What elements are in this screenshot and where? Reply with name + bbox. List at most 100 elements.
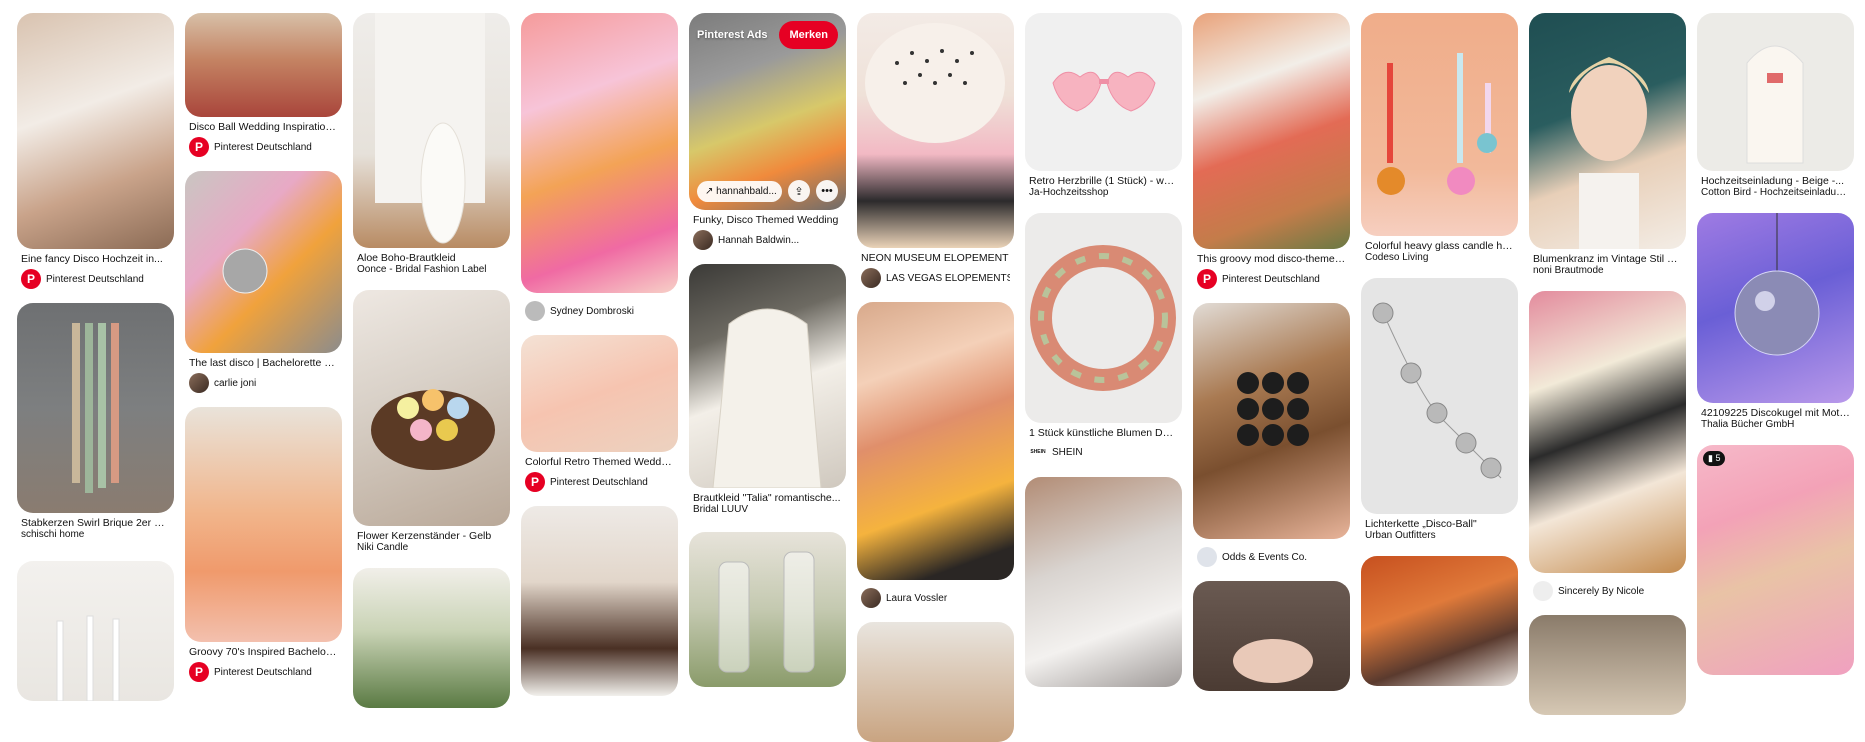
pin-title[interactable]: Hochzeitseinladung - Beige -... [1701, 175, 1850, 187]
pin-author[interactable]: Sydney Dombroski [525, 301, 674, 321]
pin-title[interactable]: 42109225 Discokugel mit Motor... [1701, 407, 1850, 419]
pin-card[interactable] [521, 506, 678, 696]
pin-author[interactable]: LAS VEGAS ELOPEMENTS |... [861, 268, 1010, 288]
promoted-pin-card[interactable]: Pinterest Ads Merken ↗ hannahbald... ⇪ •… [689, 13, 846, 250]
pin-image[interactable] [1529, 13, 1686, 249]
pin-title[interactable]: Eine fancy Disco Hochzeit in... [21, 253, 170, 265]
pin-card[interactable]: Laura Vossler [857, 302, 1014, 608]
pin-image[interactable] [17, 13, 174, 249]
pin-image[interactable] [1025, 477, 1182, 687]
save-button[interactable]: Merken [779, 21, 838, 49]
pin-title[interactable]: Blumenkranz im Vintage Stil mit... [1533, 253, 1682, 265]
pin-card[interactable] [1193, 581, 1350, 691]
pin-title[interactable]: Groovy 70's Inspired Bachelorett... [189, 646, 338, 658]
pin-title[interactable]: NEON MUSEUM ELOPEMENT [861, 252, 1010, 264]
pin-card[interactable]: 42109225 Discokugel mit Motor... Thalia … [1697, 213, 1854, 431]
pin-card[interactable]: 1 Stück künstliche Blumen Dekor... SHEIN… [1025, 213, 1182, 461]
pin-card[interactable]: Disco Ball Wedding Inspiration in... P P… [185, 13, 342, 157]
pin-image[interactable] [1193, 581, 1350, 691]
pin-card[interactable]: Odds & Events Co. [1193, 303, 1350, 567]
pin-image[interactable] [1025, 13, 1182, 171]
pin-image[interactable] [1361, 556, 1518, 686]
pin-title[interactable]: Stabkerzen Swirl Brique 2er Set,... [21, 517, 170, 529]
pin-card[interactable]: Hochzeitseinladung - Beige -... Cotton B… [1697, 13, 1854, 199]
pin-image[interactable] [857, 13, 1014, 248]
pin-card[interactable] [857, 622, 1014, 742]
pin-card[interactable] [1025, 477, 1182, 687]
pin-card[interactable] [689, 532, 846, 687]
pin-card[interactable]: ▮ 5 [1697, 445, 1854, 675]
pin-card[interactable] [1529, 615, 1686, 715]
pin-card[interactable]: Brautkleid "Talia" romantische... Bridal… [689, 264, 846, 516]
pin-title[interactable]: The last disco | Bachelorette party [189, 357, 338, 369]
pin-card[interactable] [353, 568, 510, 708]
pin-image[interactable] [1529, 615, 1686, 715]
pin-image[interactable] [353, 13, 510, 248]
pin-card[interactable]: This groovy mod disco-themed... P Pinter… [1193, 13, 1350, 289]
pin-card[interactable]: Colorful heavy glass candle holder Codes… [1361, 13, 1518, 264]
pin-card[interactable]: The last disco | Bachelorette party carl… [185, 171, 342, 393]
pin-author[interactable]: Sincerely By Nicole [1533, 581, 1682, 601]
pin-author[interactable]: P Pinterest Deutschland [525, 472, 674, 492]
pin-card[interactable]: Groovy 70's Inspired Bachelorett... P Pi… [185, 407, 342, 682]
pin-title[interactable]: This groovy mod disco-themed... [1197, 253, 1346, 265]
pin-card[interactable]: Blumenkranz im Vintage Stil mit... noni … [1529, 13, 1686, 277]
source-link[interactable]: ↗ hannahbald... [697, 180, 782, 202]
ellipsis-icon[interactable]: ••• [816, 180, 838, 202]
pin-card[interactable]: Lichterkette „Disco-Ball" Urban Outfitte… [1361, 278, 1518, 542]
pin-image[interactable] [1025, 213, 1182, 423]
pin-image[interactable] [689, 264, 846, 488]
pin-image[interactable] [17, 561, 174, 701]
pin-author[interactable]: P Pinterest Deutschland [189, 137, 338, 157]
pin-title[interactable]: Brautkleid "Talia" romantische... [693, 492, 842, 504]
pin-image[interactable] [521, 506, 678, 696]
pin-image[interactable] [17, 303, 174, 513]
pin-image[interactable] [353, 290, 510, 526]
pin-card[interactable] [1361, 556, 1518, 686]
pin-image[interactable] [185, 171, 342, 353]
pin-card[interactable]: Sincerely By Nicole [1529, 291, 1686, 601]
pin-image[interactable] [1193, 13, 1350, 249]
pin-image[interactable]: Pinterest Ads Merken ↗ hannahbald... ⇪ •… [689, 13, 846, 210]
pin-title[interactable]: Retro Herzbrille (1 Stück) - weiß [1029, 175, 1178, 187]
pin-image[interactable] [1361, 278, 1518, 514]
pin-image[interactable] [1361, 13, 1518, 236]
pin-image[interactable] [1529, 291, 1686, 573]
pin-title[interactable]: Lichterkette „Disco-Ball" [1365, 518, 1514, 530]
pin-card[interactable]: Retro Herzbrille (1 Stück) - weiß Ja-Hoc… [1025, 13, 1182, 199]
pin-card[interactable]: Eine fancy Disco Hochzeit in... P Pinter… [17, 13, 174, 289]
pin-image[interactable] [689, 532, 846, 687]
pin-card[interactable]: Sydney Dombroski [521, 13, 678, 321]
pin-card[interactable]: Aloe Boho-Brautkleid Oonce - Bridal Fash… [353, 13, 510, 276]
pin-image[interactable] [353, 568, 510, 708]
share-icon[interactable]: ⇪ [788, 180, 810, 202]
pin-card[interactable]: Stabkerzen Swirl Brique 2er Set,... schi… [17, 303, 174, 541]
pin-author[interactable]: Hannah Baldwin... [693, 230, 842, 250]
pin-author[interactable]: P Pinterest Deutschland [21, 269, 170, 289]
pin-image[interactable] [1697, 13, 1854, 171]
pin-author[interactable]: SHEIN SHEIN [1029, 443, 1178, 461]
pin-image[interactable] [185, 13, 342, 117]
pin-card[interactable]: NEON MUSEUM ELOPEMENT LAS VEGAS ELOPEMEN… [857, 13, 1014, 288]
ads-label[interactable]: Pinterest Ads [697, 29, 768, 41]
pin-title[interactable]: Colorful Retro Themed Wedding... [525, 456, 674, 468]
pin-image[interactable] [521, 335, 678, 452]
pin-image[interactable] [185, 407, 342, 642]
pin-image[interactable] [1697, 213, 1854, 403]
pin-title[interactable]: Funky, Disco Themed Wedding [693, 214, 842, 226]
pin-image[interactable] [857, 622, 1014, 742]
pin-author[interactable]: P Pinterest Deutschland [189, 662, 338, 682]
pin-image[interactable]: ▮ 5 [1697, 445, 1854, 675]
pin-title[interactable]: Colorful heavy glass candle holder [1365, 240, 1514, 252]
pin-author[interactable]: carlie joni [189, 373, 338, 393]
pin-image[interactable] [1193, 303, 1350, 539]
pin-image[interactable] [857, 302, 1014, 580]
pin-author[interactable]: P Pinterest Deutschland [1197, 269, 1346, 289]
pin-card[interactable]: Colorful Retro Themed Wedding... P Pinte… [521, 335, 678, 492]
pin-card[interactable]: Flower Kerzenständer - Gelb Niki Candle [353, 290, 510, 554]
pin-author[interactable]: Odds & Events Co. [1197, 547, 1346, 567]
pin-title[interactable]: Aloe Boho-Brautkleid [357, 252, 506, 264]
pin-image[interactable] [521, 13, 678, 293]
pin-title[interactable]: Flower Kerzenständer - Gelb [357, 530, 506, 542]
pin-title[interactable]: Disco Ball Wedding Inspiration in... [189, 121, 338, 133]
